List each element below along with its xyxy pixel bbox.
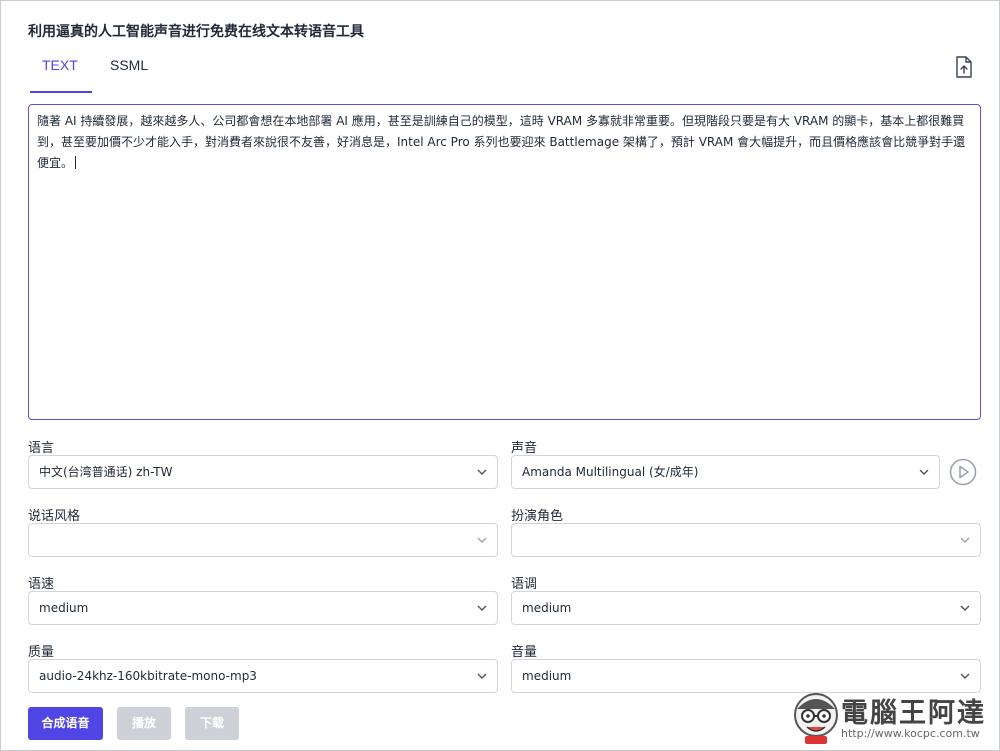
tab-ssml[interactable]: SSML [110,57,148,87]
quality-label: 质量 [28,645,55,660]
style-select[interactable] [28,523,498,557]
style-label: 说话风格 [28,509,81,524]
active-tab-indicator [30,91,92,93]
quality-select[interactable]: audio-24khz-160kbitrate-mono-mp3 [28,659,498,693]
chevron-down-icon [477,469,487,475]
voice-value: Amanda Multilingual (女/成年) [522,465,699,479]
voice-select[interactable]: Amanda Multilingual (女/成年) [511,455,940,489]
language-value: 中文(台湾普通话) zh-TW [39,465,173,479]
watermark-name: 電腦王阿達 [841,698,986,729]
pitch-label: 语调 [511,577,538,592]
editor-text: 隨著 AI 持續發展，越來越多人、公司都會想在本地部署 AI 應用，甚至是訓練自… [37,114,966,170]
role-label: 扮演角色 [511,509,564,524]
page-title: 利用逼真的人工智能声音进行免费在线文本转语音工具 [28,24,364,40]
rate-label: 语速 [28,577,55,592]
language-label: 语言 [28,441,55,456]
tab-bar: TEXT SSML [28,51,976,93]
chevron-down-icon [960,605,970,611]
chevron-down-icon [477,537,487,543]
play-circle-icon[interactable] [949,458,977,486]
pitch-value: medium [522,601,572,615]
voice-label: 声音 [511,441,538,456]
text-input-area[interactable]: 隨著 AI 持續發展，越來越多人、公司都會想在本地部署 AI 應用，甚至是訓練自… [28,104,981,420]
chevron-down-icon [960,673,970,679]
chevron-down-icon [477,673,487,679]
rate-value: medium [39,601,89,615]
quality-value: audio-24khz-160kbitrate-mono-mp3 [39,669,257,683]
language-select[interactable]: 中文(台湾普通话) zh-TW [28,455,498,489]
chevron-down-icon [477,605,487,611]
text-caret [75,156,77,169]
volume-value: medium [522,669,572,683]
chevron-down-icon [960,537,970,543]
download-button[interactable]: 下载 [185,707,239,740]
watermark-url: http://www.kocpc.com.tw [841,727,980,740]
volume-label: 音量 [511,645,538,660]
role-select[interactable] [511,523,981,557]
mascot-logo [791,689,841,745]
tab-text[interactable]: TEXT [42,57,78,87]
watermark: 電腦王阿達 http://www.kocpc.com.tw [791,687,996,749]
synthesize-button[interactable]: 合成语音 [28,707,103,740]
app-frame: 利用逼真的人工智能声音进行免费在线文本转语音工具 TEXT SSML 隨著 AI… [0,0,1000,751]
pitch-select[interactable]: medium [511,591,981,625]
rate-select[interactable]: medium [28,591,498,625]
chevron-down-icon [919,469,929,475]
play-button[interactable]: 播放 [117,707,171,740]
file-upload-icon[interactable] [954,56,974,78]
